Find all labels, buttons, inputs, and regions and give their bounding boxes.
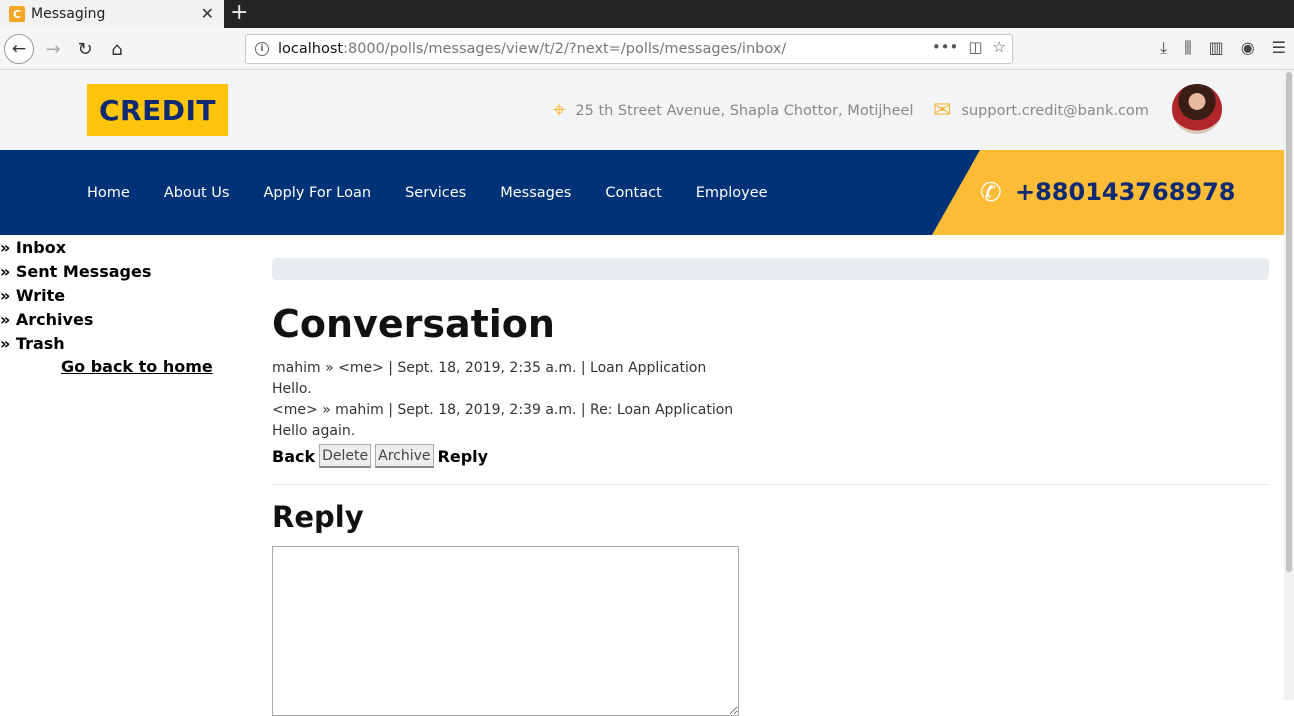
url-bar[interactable]: i localhost:8000/polls/messages/view/t/2… (245, 34, 1013, 64)
sidebar-item-trash[interactable]: » Trash (0, 333, 151, 357)
email-info: ✉ support.credit@bank.com (933, 98, 1149, 123)
breadcrumb (272, 258, 1269, 280)
email-text: support.credit@bank.com (961, 102, 1149, 119)
phone-number[interactable]: +880143768978 (1015, 178, 1236, 206)
page-actions-icon[interactable]: ••• (932, 38, 959, 56)
info-icon[interactable]: i (255, 42, 269, 56)
nav-employee[interactable]: Employee (696, 185, 768, 201)
reply-link[interactable]: Reply (438, 447, 489, 466)
sidebar-item-archives[interactable]: » Archives (0, 309, 151, 333)
url-path: :8000/polls/messages/view/t/2/?next=/pol… (343, 41, 787, 57)
message-meta: <me> » mahim | Sept. 18, 2019, 2:39 a.m.… (272, 402, 734, 418)
nav-contact[interactable]: Contact (605, 185, 661, 201)
pocket-icon[interactable]: ◫ (968, 38, 982, 56)
bookmark-star-icon[interactable]: ☆ (993, 38, 1006, 56)
back-icon[interactable]: ← (4, 34, 34, 64)
forward-icon[interactable]: → (38, 34, 68, 64)
reply-heading: Reply (272, 500, 364, 534)
sidebar-item-sent-messages[interactable]: » Sent Messages (0, 261, 151, 285)
url-text: localhost:8000/polls/messages/view/t/2/?… (278, 41, 786, 57)
close-tab-icon[interactable]: ✕ (201, 4, 214, 23)
sidebar-item-inbox[interactable]: » Inbox (0, 237, 151, 261)
divider (272, 484, 1269, 485)
new-tab-icon[interactable]: + (230, 0, 248, 26)
go-back-home-link[interactable]: Go back to home (61, 357, 213, 376)
reload-icon[interactable]: ↻ (70, 34, 100, 64)
site-logo[interactable]: CREDIT (87, 84, 228, 136)
sidebar-icon[interactable]: ▥ (1209, 38, 1224, 58)
nav-apply-for-loan[interactable]: Apply For Loan (263, 185, 371, 201)
page-scrollbar[interactable] (1284, 70, 1294, 700)
sidebar-item-write[interactable]: » Write (0, 285, 151, 309)
nav-services[interactable]: Services (405, 185, 466, 201)
message-actions: Back Delete Archive Reply (272, 444, 488, 468)
phone-icon: ✆ (980, 178, 1002, 208)
message-meta: mahim » <me> | Sept. 18, 2019, 2:35 a.m.… (272, 360, 707, 376)
site-favicon-icon: C (9, 6, 25, 22)
nav-messages[interactable]: Messages (500, 185, 571, 201)
browser-tab[interactable]: C Messaging ✕ (0, 0, 224, 28)
download-icon[interactable]: ⤓ (1160, 38, 1167, 58)
location-pin-icon: ⌖ (553, 98, 566, 123)
library-icon[interactable]: ⫼ (1184, 38, 1191, 58)
scrollbar-thumb[interactable] (1286, 72, 1292, 572)
toolbar-right: ⤓ ⫼ ▥ ◉ ☰ (1160, 38, 1286, 58)
reply-textarea[interactable] (272, 546, 739, 716)
messages-side-menu: » Inbox » Sent Messages » Write » Archiv… (0, 237, 151, 357)
phone-box: ✆ +880143768978 (932, 150, 1284, 235)
home-icon[interactable]: ⌂ (102, 34, 132, 64)
delete-button[interactable]: Delete (319, 444, 372, 468)
site-topbar: CREDIT ⌖ 25 th Street Avenue, Shapla Cho… (0, 70, 1284, 150)
envelope-icon: ✉ (933, 98, 952, 123)
account-icon[interactable]: ◉ (1241, 38, 1255, 58)
tab-title: Messaging (31, 6, 106, 22)
page-title: Conversation (272, 302, 555, 346)
archive-button[interactable]: Archive (375, 444, 434, 468)
message-body: Hello. (272, 381, 312, 397)
address-info: ⌖ 25 th Street Avenue, Shapla Chottor, M… (553, 98, 914, 123)
nav-home[interactable]: Home (87, 185, 130, 201)
url-actions: ••• ◫ ☆ (932, 38, 1006, 56)
back-link[interactable]: Back (272, 447, 315, 466)
url-host: localhost (278, 41, 344, 57)
browser-tab-bar: C Messaging ✕ + (0, 0, 1294, 28)
nav-about-us[interactable]: About Us (164, 185, 230, 201)
browser-navbar: ← → ↻ ⌂ i localhost:8000/polls/messages/… (0, 28, 1294, 70)
nav-links: Home About Us Apply For Loan Services Me… (87, 150, 768, 235)
address-text: 25 th Street Avenue, Shapla Chottor, Mot… (575, 102, 914, 119)
menu-icon[interactable]: ☰ (1272, 38, 1286, 58)
user-avatar[interactable] (1172, 84, 1222, 134)
message-body: Hello again. (272, 423, 356, 439)
